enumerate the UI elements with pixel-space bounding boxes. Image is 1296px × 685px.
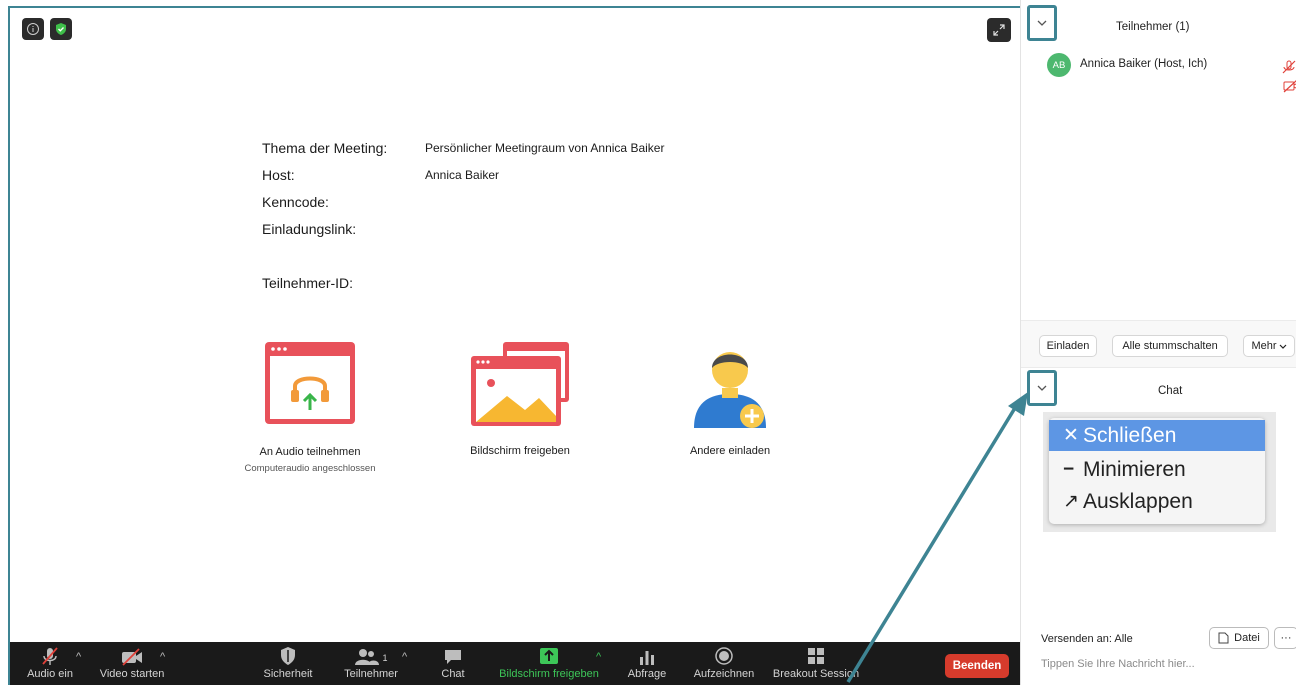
- breakout-button[interactable]: Breakout Session: [768, 642, 864, 685]
- security-shield-icon: [281, 647, 295, 665]
- info-button[interactable]: [22, 18, 44, 40]
- audio-label: Audio ein: [27, 668, 73, 680]
- chat-bubble-icon: [445, 650, 461, 664]
- chat-label: Chat: [441, 668, 465, 680]
- arrow-up-right-icon: ↗: [1063, 491, 1079, 512]
- side-panel: Teilnehmer (1) AB Annica Baiker (Host, I…: [1020, 0, 1296, 685]
- participants-header: Teilnehmer (1): [1021, 0, 1296, 50]
- more-button[interactable]: Mehr: [1243, 335, 1295, 357]
- record-button[interactable]: Aufzeichnen: [686, 642, 762, 685]
- menu-expand-label: Ausklappen: [1083, 490, 1193, 513]
- share-screen-label: Bildschirm freigeben: [470, 445, 570, 457]
- meeting-main-area: Thema der Meeting: Persönlicher Meetingr…: [8, 6, 1020, 685]
- audio-button[interactable]: Audio ein: [20, 642, 80, 685]
- security-label: Sicherheit: [263, 668, 313, 680]
- close-icon: ✕: [1063, 425, 1079, 446]
- share-options-chevron-icon[interactable]: ^: [596, 651, 601, 663]
- participants-icon: [355, 649, 380, 665]
- share-screen-icon: [471, 342, 569, 426]
- invite-link-label: Einladungslink:: [262, 221, 357, 237]
- video-off-icon: [1283, 80, 1296, 93]
- menu-item-minimize[interactable]: − Minimieren: [1049, 454, 1265, 485]
- muted-mic-icon: [42, 647, 58, 665]
- invite-others-action[interactable]: Andere einladen: [640, 338, 820, 457]
- menu-item-expand[interactable]: ↗ Ausklappen: [1049, 486, 1265, 517]
- invite-others-label: Andere einladen: [689, 445, 771, 457]
- fullscreen-button[interactable]: [987, 18, 1011, 42]
- more-label: Mehr: [1251, 340, 1277, 352]
- chevron-down-icon: [1037, 20, 1047, 26]
- end-meeting-button[interactable]: Beenden: [945, 654, 1009, 678]
- join-audio-icon: [265, 342, 355, 424]
- video-off-icon: [122, 648, 142, 666]
- audio-options-chevron-icon[interactable]: ^: [76, 651, 81, 663]
- poll-chart-icon: [640, 651, 654, 665]
- chat-button[interactable]: Chat: [428, 642, 478, 685]
- participant-name: Annica Baiker (Host, Ich): [1080, 58, 1208, 70]
- invite-person-icon: [694, 352, 766, 428]
- share-screen-button[interactable]: Bildschirm freigeben: [490, 642, 608, 685]
- chat-message-input[interactable]: Tippen Sie Ihre Nachricht hier...: [1041, 658, 1195, 670]
- poll-button[interactable]: Abfrage: [622, 642, 672, 685]
- participant-item[interactable]: AB Annica Baiker (Host, Ich): [1047, 53, 1296, 93]
- share-screen-toolbar-label: Bildschirm freigeben: [499, 668, 599, 680]
- info-icon: [27, 23, 39, 35]
- panel-window-menu: ✕ Schließen − Minimieren ↗ Ausklappen: [1043, 412, 1276, 532]
- host-label: Host:: [262, 167, 295, 183]
- join-audio-action[interactable]: An Audio teilnehmen Computeraudio angesc…: [220, 338, 400, 474]
- meeting-toolbar: Audio ein ^ Video starten ^ Sicherheit 1…: [10, 642, 1020, 685]
- file-icon: [1218, 632, 1229, 644]
- participants-button[interactable]: 1 Teilnehmer: [335, 642, 407, 685]
- participants-title: Teilnehmer (1): [1116, 21, 1190, 33]
- menu-close-label: Schließen: [1083, 424, 1177, 447]
- fullscreen-icon: [993, 24, 1005, 36]
- video-options-chevron-icon[interactable]: ^: [160, 651, 165, 663]
- minimize-icon: −: [1063, 459, 1075, 480]
- topic-label: Thema der Meeting:: [262, 140, 388, 156]
- chat-title: Chat: [1158, 385, 1183, 397]
- topic-value: Persönlicher Meetingraum von Annica Baik…: [425, 141, 665, 155]
- video-label: Video starten: [99, 668, 165, 680]
- mute-all-button[interactable]: Alle stummschalten: [1112, 335, 1228, 357]
- muted-mic-icon: [1282, 60, 1296, 74]
- avatar: AB: [1047, 53, 1071, 77]
- poll-label: Abfrage: [627, 668, 667, 680]
- breakout-grid-icon: [808, 648, 824, 664]
- shield-check-icon: [56, 23, 66, 35]
- video-button[interactable]: Video starten: [92, 642, 172, 685]
- record-icon: [715, 647, 733, 665]
- menu-item-close[interactable]: ✕ Schließen: [1049, 420, 1265, 451]
- panel-window-menu-list: ✕ Schließen − Minimieren ↗ Ausklappen: [1049, 418, 1265, 524]
- chat-collapse-button[interactable]: [1027, 370, 1057, 406]
- file-label: Datei: [1234, 632, 1260, 644]
- file-button[interactable]: Datei: [1209, 627, 1269, 649]
- encryption-button[interactable]: [50, 18, 72, 40]
- chevron-down-icon: [1279, 344, 1286, 349]
- record-label: Aufzeichnen: [693, 668, 755, 680]
- share-screen-action[interactable]: Bildschirm freigeben: [430, 338, 610, 457]
- breakout-label: Breakout Session: [772, 668, 860, 680]
- participants-actions-bar: Einladen Alle stummschalten Mehr: [1021, 320, 1296, 368]
- participant-id-label: Teilnehmer-ID:: [262, 275, 354, 291]
- send-to-label[interactable]: Versenden an: Alle: [1041, 633, 1133, 645]
- participants-count: 1: [382, 653, 388, 663]
- participants-label: Teilnehmer: [344, 668, 398, 680]
- host-value: Annica Baiker: [425, 168, 500, 182]
- participant-status-icons: [1281, 60, 1296, 98]
- invite-button[interactable]: Einladen: [1039, 335, 1097, 357]
- participants-collapse-button[interactable]: [1027, 5, 1057, 41]
- passcode-label: Kenncode:: [262, 194, 329, 210]
- join-audio-sublabel: Computeraudio angeschlossen: [244, 463, 376, 474]
- menu-minimize-label: Minimieren: [1083, 458, 1186, 481]
- join-audio-label: An Audio teilnehmen: [259, 446, 361, 458]
- chevron-down-icon: [1037, 385, 1047, 391]
- participants-options-chevron-icon[interactable]: ^: [402, 651, 407, 663]
- share-screen-arrow-icon: [540, 648, 558, 664]
- security-button[interactable]: Sicherheit: [255, 642, 321, 685]
- chat-more-button[interactable]: ···: [1274, 627, 1296, 649]
